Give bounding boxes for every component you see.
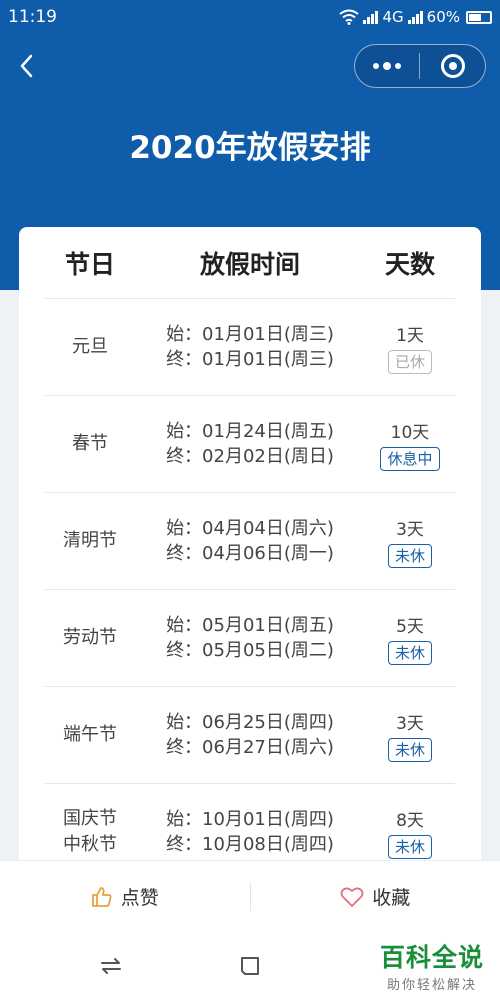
status-badge: 未休 bbox=[387, 543, 432, 568]
table-row: 劳动节 始：05月01日(周五) 终：05月05日(周二) 5天 未休 bbox=[45, 590, 455, 687]
start-date: 始：01月01日(周三) bbox=[166, 324, 334, 345]
header-period: 放假时间 bbox=[199, 249, 300, 279]
holiday-days: 5天 未休 bbox=[365, 612, 455, 665]
signal-icon-2 bbox=[407, 10, 423, 24]
square-home-icon[interactable] bbox=[238, 954, 262, 978]
close-target-icon[interactable] bbox=[420, 44, 485, 88]
network-type: 4G bbox=[382, 8, 404, 26]
watermark-title: 百科全说 bbox=[379, 943, 484, 972]
favorite-button[interactable]: 收藏 bbox=[251, 861, 500, 933]
favorite-label: 收藏 bbox=[372, 887, 411, 909]
more-dots-icon[interactable] bbox=[355, 44, 419, 88]
holiday-period: 始：06月25日(周四) 终：06月27日(周六) bbox=[135, 710, 365, 760]
start-date: 始：10月01日(周四) bbox=[166, 809, 334, 830]
end-date: 终：02月02日(周日) bbox=[166, 446, 334, 467]
days-count: 3天 bbox=[396, 713, 424, 734]
holiday-days: 3天 未休 bbox=[365, 709, 455, 762]
holiday-name: 劳动节 bbox=[63, 627, 117, 648]
end-date: 终：05月05日(周二) bbox=[166, 640, 334, 661]
holiday-period: 始：05月01日(周五) 终：05月05日(周二) bbox=[135, 613, 365, 663]
like-button[interactable]: 点赞 bbox=[0, 861, 250, 933]
page-title: 2020年放假安排 bbox=[129, 130, 371, 166]
header-days: 天数 bbox=[384, 249, 435, 279]
table-row: 春节 始：01月24日(周五) 终：02月02日(周日) 10天 休息中 bbox=[45, 396, 455, 493]
holiday-name: 春节 bbox=[72, 433, 108, 454]
status-badge: 未休 bbox=[387, 834, 432, 859]
holiday-period: 始：04月04日(周六) 终：04月06日(周一) bbox=[135, 516, 365, 566]
status-badge: 休息中 bbox=[380, 446, 440, 471]
start-date: 始：01月24日(周五) bbox=[166, 421, 334, 442]
signal-icon bbox=[363, 10, 379, 24]
thumbs-up-icon bbox=[91, 886, 112, 907]
holiday-days: 1天 已休 bbox=[365, 321, 455, 374]
start-date: 始：06月25日(周四) bbox=[166, 712, 334, 733]
holiday-name: 国庆节 中秋节 bbox=[63, 808, 117, 855]
table-row: 元旦 始：01月01日(周三) 终：01月01日(周三) 1天 已休 bbox=[45, 299, 455, 396]
start-date: 始：05月01日(周五) bbox=[166, 615, 334, 636]
back-arrow-icon[interactable] bbox=[14, 52, 42, 80]
status-bar: 11:19 4G 60% bbox=[0, 0, 500, 34]
switch-arrows-icon[interactable] bbox=[99, 954, 123, 978]
table-row: 端午节 始：06月25日(周四) 终：06月27日(周六) 3天 未休 bbox=[45, 687, 455, 784]
holiday-name: 端午节 bbox=[63, 724, 117, 745]
holiday-period: 始：10月01日(周四) 终：10月08日(周四) bbox=[135, 807, 365, 857]
days-count: 3天 bbox=[396, 519, 424, 540]
status-badge: 已休 bbox=[387, 349, 432, 374]
days-count: 10天 bbox=[390, 422, 430, 443]
like-label: 点赞 bbox=[120, 887, 159, 909]
battery-percent: 60% bbox=[426, 8, 460, 26]
battery-icon bbox=[466, 10, 492, 24]
status-time: 11:19 bbox=[8, 7, 57, 27]
days-count: 1天 bbox=[396, 325, 424, 346]
watermark-subtitle: 助你轻松解决 bbox=[386, 978, 477, 993]
bottom-action-bar: 点赞 收藏 bbox=[0, 860, 500, 932]
table-row: 清明节 始：04月04日(周六) 终：04月06日(周一) 3天 未休 bbox=[45, 493, 455, 590]
table-header: 节日 放假时间 天数 bbox=[45, 227, 455, 299]
holiday-table: 节日 放假时间 天数 元旦 始：01月01日(周三) 终：01月01日(周三) … bbox=[19, 227, 481, 927]
holiday-period: 始：01月24日(周五) 终：02月02日(周日) bbox=[135, 419, 365, 469]
end-date: 终：06月27日(周六) bbox=[166, 737, 334, 758]
heart-icon bbox=[340, 887, 364, 907]
watermark-logo: 百科全说 助你轻松解决 bbox=[380, 938, 484, 993]
holiday-days: 3天 未休 bbox=[365, 515, 455, 568]
wifi-icon bbox=[339, 9, 360, 25]
header-holiday: 节日 bbox=[64, 249, 115, 279]
end-date: 终：01月01日(周三) bbox=[166, 349, 334, 370]
holiday-period: 始：01月01日(周三) 终：01月01日(周三) bbox=[135, 322, 365, 372]
start-date: 始：04月04日(周六) bbox=[166, 518, 334, 539]
miniprogram-capsule bbox=[354, 44, 486, 88]
holiday-name: 清明节 bbox=[63, 530, 117, 551]
holiday-days: 8天 未休 bbox=[365, 806, 455, 859]
end-date: 终：04月06日(周一) bbox=[166, 543, 334, 564]
nav-bar bbox=[0, 34, 500, 98]
days-count: 8天 bbox=[396, 810, 424, 831]
holiday-days: 10天 休息中 bbox=[365, 418, 455, 471]
status-badge: 未休 bbox=[387, 737, 432, 762]
holiday-name: 元旦 bbox=[72, 336, 108, 357]
days-count: 5天 bbox=[396, 616, 424, 637]
status-icons: 4G 60% bbox=[339, 8, 492, 26]
status-badge: 未休 bbox=[387, 640, 432, 665]
end-date: 终：10月08日(周四) bbox=[166, 834, 334, 855]
